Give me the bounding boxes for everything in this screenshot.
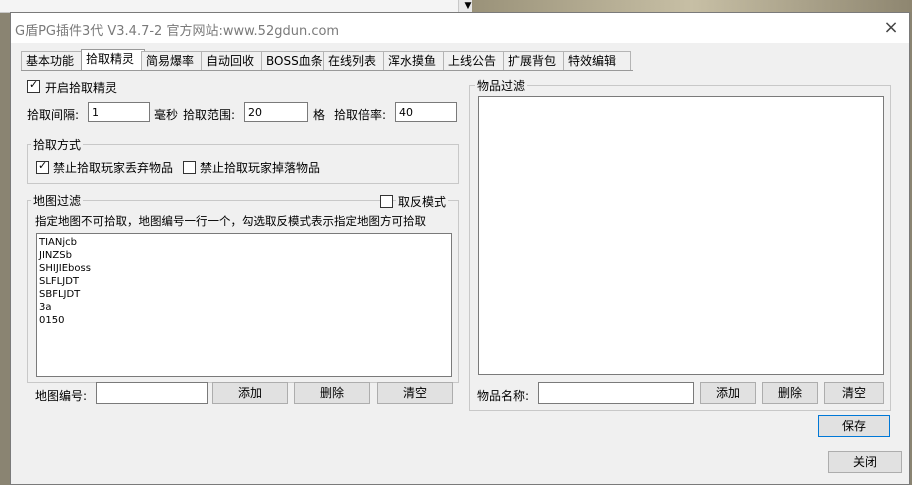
tab-effect-edit[interactable]: 特效编辑 [563,51,631,70]
tab-login-notice[interactable]: 上线公告 [443,51,507,70]
no-drop-checkbox[interactable] [36,159,49,174]
title-bar: G盾PG插件3代 V3.4.7-2 官方网站:www.52gdun.com × [11,13,909,43]
list-item[interactable]: TIANjcb [39,236,77,249]
interval-label: 拾取间隔: [27,108,80,122]
item-filter-title: 物品过滤 [475,77,528,94]
map-id-input[interactable] [96,382,208,404]
map-delete-button[interactable]: 删除 [294,382,370,404]
no-fall-checkbox[interactable] [183,161,196,174]
pickup-method-title: 拾取方式 [31,136,84,153]
tab-pickup[interactable]: 拾取精灵 [81,49,145,71]
tab-droprate[interactable]: 简易爆率 [141,51,205,70]
tab-basic[interactable]: 基本功能 [21,51,85,70]
range-input[interactable] [244,102,308,122]
enable-pickup-checkbox[interactable] [27,78,40,93]
reverse-mode-checkbox[interactable] [380,195,393,208]
tab-divider [21,70,633,71]
map-filter-hint: 指定地图不可拾取，地图编号一行一个，勾选取反模式表示指定地图方可拾取 [35,214,426,228]
close-icon[interactable]: × [879,16,903,40]
rate-label: 拾取倍率: [334,108,387,122]
map-list[interactable]: TIANjcb JINZSb SHIJIEboss SLFLJDT SBFLJD… [36,233,452,377]
item-list[interactable] [478,96,884,375]
map-clear-button[interactable]: 清空 [377,382,453,404]
plugin-window: G盾PG插件3代 V3.4.7-2 官方网站:www.52gdun.com × … [10,12,910,485]
item-name-input[interactable] [538,382,694,404]
range-unit: 格 [313,108,326,122]
list-item[interactable]: 0150 [39,314,64,327]
interval-input[interactable] [88,102,150,122]
desktop-background [472,0,912,12]
no-drop-label: 禁止拾取玩家丢弃物品 [53,161,174,175]
map-add-button[interactable]: 添加 [212,382,288,404]
map-filter-title: 地图过滤 [31,192,84,209]
range-label: 拾取范围: [183,108,236,122]
close-button[interactable]: 关闭 [828,451,902,473]
save-button[interactable]: 保存 [818,415,890,437]
tab-recycle[interactable]: 自动回收 [201,51,265,70]
list-item[interactable]: JINZSb [39,249,72,262]
reverse-mode-label: 取反模式 [396,193,449,210]
tab-boss-hp[interactable]: BOSS血条 [261,51,327,70]
map-id-label: 地图编号: [35,389,88,403]
tab-bag-extend[interactable]: 扩展背包 [503,51,567,70]
item-clear-button[interactable]: 清空 [824,382,884,404]
list-item[interactable]: 3a [39,301,52,314]
enable-pickup-label: 开启拾取精灵 [45,81,118,95]
item-delete-button[interactable]: 删除 [762,382,818,404]
no-fall-label: 禁止拾取玩家掉落物品 [200,161,321,175]
rate-input[interactable] [395,102,457,122]
list-item[interactable]: SBFLJDT [39,288,80,301]
interval-unit: 毫秒 [154,108,179,122]
tab-online-list[interactable]: 在线列表 [323,51,387,70]
item-add-button[interactable]: 添加 [700,382,756,404]
list-item[interactable]: SLFLJDT [39,275,79,288]
list-item[interactable]: SHIJIEboss [39,262,91,275]
item-name-label: 物品名称: [477,389,530,403]
window-title: G盾PG插件3代 V3.4.7-2 官方网站:www.52gdun.com [15,24,340,39]
tab-fishing[interactable]: 浑水摸鱼 [383,51,447,70]
